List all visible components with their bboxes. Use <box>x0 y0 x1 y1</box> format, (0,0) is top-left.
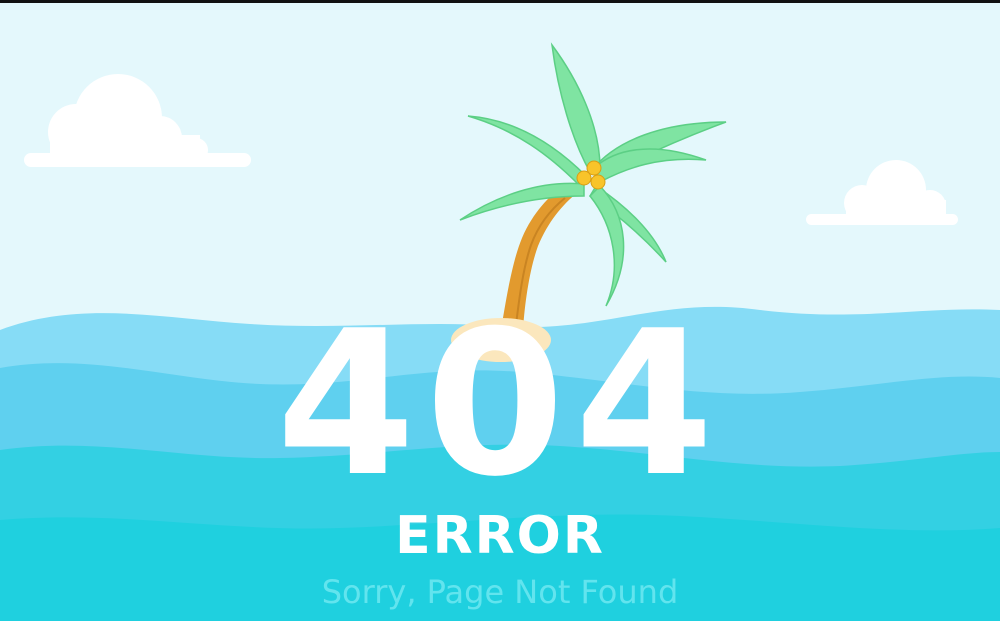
error-404-page: 404 ERROR Sorry, Page Not Found <box>0 0 1000 621</box>
top-border <box>0 0 1000 3</box>
error-code: 404 <box>276 288 724 521</box>
error-title: ERROR <box>395 506 605 566</box>
error-subtitle: Sorry, Page Not Found <box>321 573 679 611</box>
